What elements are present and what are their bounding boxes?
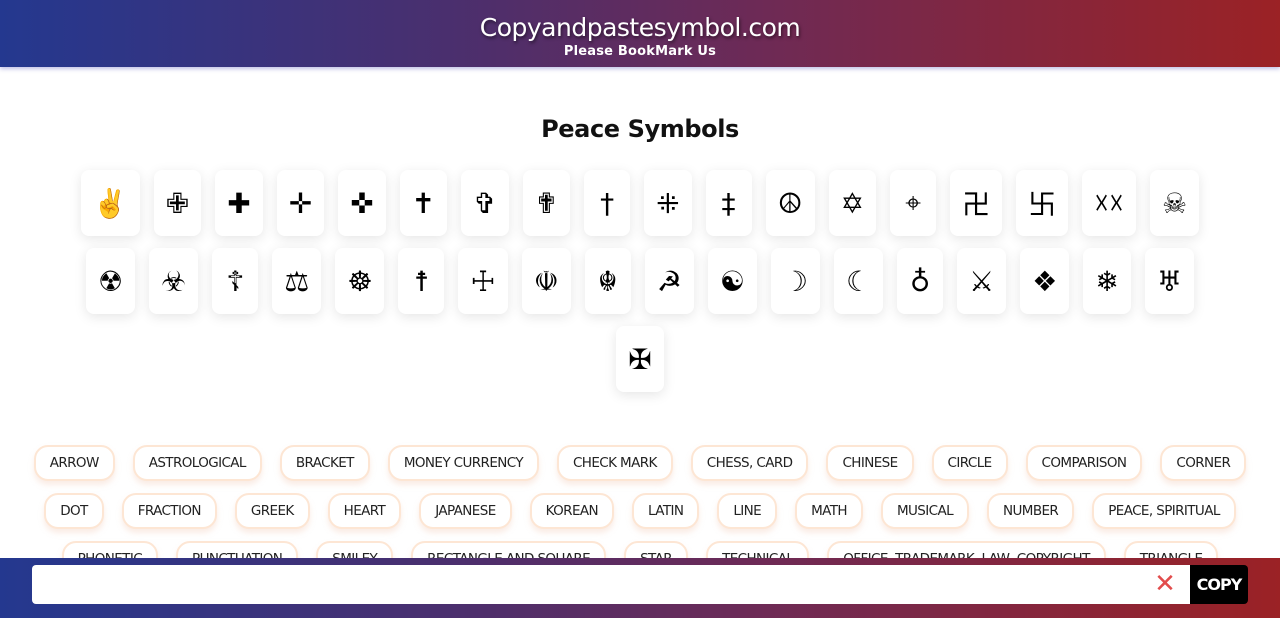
symbol-tile[interactable]: 卐 bbox=[1016, 170, 1069, 236]
symbol-tile[interactable]: ☾ bbox=[834, 248, 884, 314]
symbol-tile[interactable]: ‡ bbox=[705, 170, 752, 236]
category-chip[interactable]: ARROW bbox=[33, 445, 115, 481]
symbol-tile[interactable]: ✜ bbox=[338, 170, 386, 236]
symbol-tile[interactable]: ☭ bbox=[644, 248, 694, 314]
symbol-tile[interactable]: ✙ bbox=[153, 170, 202, 236]
category-chip[interactable]: HEART bbox=[327, 493, 402, 529]
category-chip[interactable]: MUSICAL bbox=[880, 493, 970, 529]
symbol-tile[interactable]: ☸ bbox=[335, 248, 385, 314]
symbol-tile[interactable]: ☢ bbox=[86, 248, 136, 314]
category-chip[interactable]: CHECK MARK bbox=[556, 445, 673, 481]
category-chip[interactable]: BRACKET bbox=[279, 445, 370, 481]
symbol-tile[interactable]: ✠ bbox=[616, 326, 664, 392]
symbol-tile[interactable]: ☫ bbox=[521, 248, 571, 314]
copy-button[interactable]: COPY bbox=[1190, 565, 1248, 604]
symbol-tile[interactable]: ☮ bbox=[765, 170, 815, 236]
category-chip[interactable]: NUMBER bbox=[987, 493, 1075, 529]
category-chip[interactable]: JAPANESE bbox=[419, 493, 512, 529]
site-title: Copyandpastesymbol.com bbox=[479, 13, 801, 42]
symbol-tile[interactable]: ☽ bbox=[770, 248, 821, 314]
category-chip[interactable]: CIRCLE bbox=[931, 445, 1008, 481]
category-chip[interactable]: ASTROLOGICAL bbox=[132, 445, 262, 481]
symbol-tile[interactable]: 卍 bbox=[950, 170, 1003, 236]
category-chip[interactable]: FRACTION bbox=[121, 493, 217, 529]
symbol-tile[interactable]: ☯ bbox=[707, 248, 757, 314]
category-chip[interactable]: COMPARISON bbox=[1025, 445, 1143, 481]
category-chip[interactable]: MONEY CURRENCY bbox=[387, 445, 539, 481]
category-chip[interactable]: CHESS, CARD bbox=[690, 445, 809, 481]
symbol-tile[interactable]: ☦ bbox=[212, 248, 259, 314]
symbol-grid: ✌️ ✙ ✚ ✛ ✜ ✝ ✞ ✟ † ⁜ ‡ ☮ ✡ ⌖ 卍卐 ☓☓ ☠ ☢ ☣ ☦ ⚖ ☸ ☨ ☩ ☫ ☬ ☭ ☯ ☽ ☾ ♁ ⚔ ❖ ❄ ♅ ✠ bbox=[60, 170, 1220, 392]
symbol-tile[interactable]: ☠ bbox=[1149, 170, 1200, 236]
symbol-tile[interactable]: ⚔ bbox=[957, 248, 1007, 314]
symbol-tile[interactable]: ✞ bbox=[461, 170, 509, 236]
symbol-tile[interactable]: ✟ bbox=[522, 170, 571, 236]
category-chip[interactable]: LATIN bbox=[632, 493, 700, 529]
symbol-tile[interactable]: ✛ bbox=[276, 170, 325, 236]
symbol-tile[interactable]: † bbox=[584, 170, 631, 236]
symbol-tile[interactable]: ☬ bbox=[584, 248, 631, 314]
category-chip[interactable]: CHINESE bbox=[826, 445, 914, 481]
symbol-tile[interactable]: ⁜ bbox=[644, 170, 692, 236]
category-chip[interactable]: PEACE, SPIRITUAL bbox=[1092, 493, 1236, 529]
category-chip[interactable]: DOT bbox=[44, 493, 104, 529]
symbol-tile[interactable]: ❖ bbox=[1020, 248, 1070, 314]
category-chip[interactable]: MATH bbox=[795, 493, 863, 529]
symbol-tile[interactable]: ✡ bbox=[828, 170, 877, 236]
symbol-tile[interactable]: ⌖ bbox=[890, 170, 937, 236]
site-header: Copyandpastesymbol.com Please BookMark U… bbox=[0, 0, 1280, 67]
symbol-tile[interactable]: ☩ bbox=[458, 248, 508, 314]
symbol-tile[interactable]: ☨ bbox=[398, 248, 445, 314]
symbol-tile[interactable]: ✝ bbox=[399, 170, 448, 236]
symbol-tile[interactable]: ☓☓ bbox=[1082, 170, 1136, 236]
symbol-tile[interactable]: ⚖ bbox=[272, 248, 322, 314]
symbol-tile[interactable]: ☣ bbox=[149, 248, 199, 314]
category-chip[interactable]: CORNER bbox=[1160, 445, 1247, 481]
symbol-tile[interactable]: ✌️ bbox=[80, 170, 140, 236]
copy-input[interactable] bbox=[32, 565, 1190, 604]
symbol-tile[interactable]: ♁ bbox=[897, 248, 944, 314]
category-chip[interactable]: GREEK bbox=[234, 493, 310, 529]
category-chip[interactable]: KOREAN bbox=[529, 493, 615, 529]
page-title: Peace Symbols bbox=[541, 115, 739, 143]
symbol-tile[interactable]: ✚ bbox=[215, 170, 263, 236]
clear-icon[interactable]: ✕ bbox=[1152, 570, 1178, 598]
category-chip[interactable]: LINE bbox=[717, 493, 778, 529]
copy-bar: ✕ COPY bbox=[0, 558, 1280, 618]
symbol-tile[interactable]: ♅ bbox=[1144, 248, 1194, 314]
symbol-tile[interactable]: ❄ bbox=[1083, 248, 1131, 314]
site-subtitle: Please BookMark Us bbox=[563, 44, 717, 59]
